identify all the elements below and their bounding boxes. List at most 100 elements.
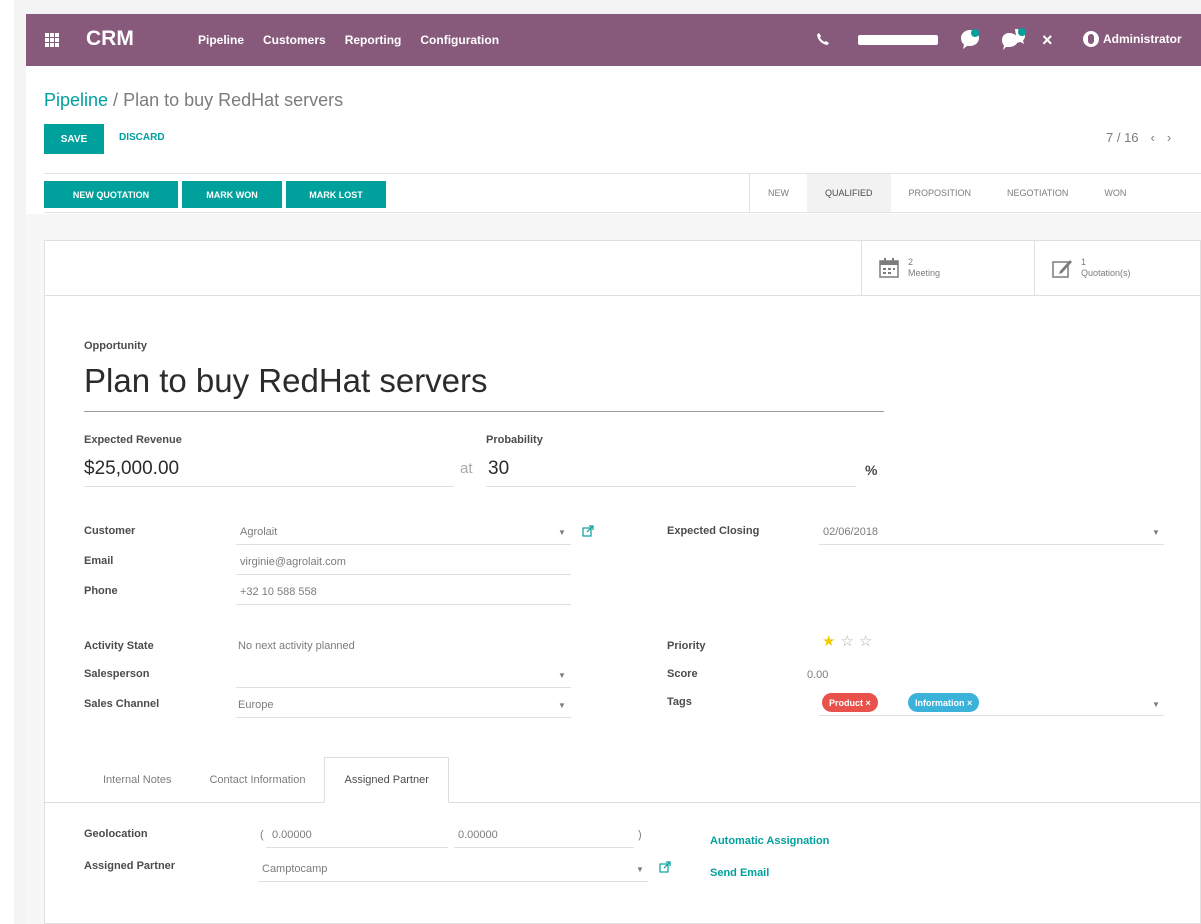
tags-dropdown-icon[interactable]: ▼ [1152,700,1160,709]
breadcrumb: Pipeline / Plan to buy RedHat servers [44,90,343,111]
customer-underline [236,544,571,545]
salesperson-label: Salesperson [84,668,150,680]
score-label: Score [667,668,698,680]
pager: 7 / 16 ‹ › [1106,130,1171,145]
assigned-partner-dropdown-icon[interactable]: ▼ [636,865,644,874]
opportunity-name-field[interactable]: Plan to buy RedHat servers [84,362,488,400]
probability-field[interactable]: 30 [488,458,509,480]
top-navbar: CRM Pipeline Customers Reporting Configu… [26,14,1201,66]
send-email-button[interactable]: Send Email [710,867,769,879]
activity-state-value: No next activity planned [238,640,355,652]
priority-widget: ★ ☆ ☆ [822,634,872,649]
email-label: Email [84,555,114,567]
star-empty-icon[interactable]: ☆ [840,634,853,649]
longitude-underline [454,847,634,848]
stage-won[interactable]: WON [1086,174,1144,212]
mark-won-button[interactable]: MARK WON [182,181,282,208]
avatar [1083,31,1099,47]
external-link-icon[interactable] [659,861,671,873]
assigned-partner-field[interactable]: Camptocamp [262,863,327,875]
email-underline [236,574,571,575]
phone-icon[interactable] [816,32,830,46]
menu-configuration[interactable]: Configuration [420,33,499,47]
sales-channel-field[interactable]: Europe [238,699,273,711]
notebook-tabs: Internal Notes Contact Information Assig… [84,757,449,803]
stage-proposition[interactable]: PROPOSITION [891,174,990,212]
tab-contact-information[interactable]: Contact Information [190,757,324,803]
app-window: CRM Pipeline Customers Reporting Configu… [26,14,1201,924]
customer-field[interactable]: Agrolait [240,526,277,538]
expected-revenue-label: Expected Revenue [84,434,182,446]
star-icon[interactable]: ★ [822,634,835,649]
chat-bubbles-icon[interactable] [1001,27,1027,51]
geolocation-close-paren: ) [638,829,642,841]
meeting-smart-button[interactable]: 2 Meeting [861,241,1034,295]
pager-next-icon[interactable]: › [1167,130,1171,145]
probability-label: Probability [486,434,543,446]
expected-revenue-field[interactable]: $25,000.00 [84,458,179,480]
sales-channel-dropdown-icon[interactable]: ▼ [558,701,566,710]
chat-bubble-icon[interactable] [959,28,981,50]
percent-sign: % [865,462,878,478]
app-title[interactable]: CRM [86,27,134,51]
tab-internal-notes[interactable]: Internal Notes [84,757,190,803]
quotation-label: Quotation(s) [1081,268,1131,278]
menu-pipeline[interactable]: Pipeline [198,33,244,47]
at-text: at [460,460,473,477]
opportunity-label: Opportunity [84,340,147,352]
customer-dropdown-icon[interactable]: ▼ [558,528,566,537]
assigned-partner-label: Assigned Partner [84,860,176,872]
save-button[interactable]: SAVE [44,124,104,154]
quotation-count: 1 [1081,257,1087,267]
tag-information[interactable]: Information × [908,693,980,712]
salesperson-dropdown-icon[interactable]: ▼ [558,671,566,680]
menu-customers[interactable]: Customers [263,33,326,47]
user-name: Administrator [1103,32,1182,46]
close-icon[interactable]: × [1042,30,1053,51]
left-strip [0,0,14,924]
latitude-field[interactable]: 0.00000 [272,829,312,841]
expected-closing-dropdown-icon[interactable]: ▼ [1152,528,1160,537]
assigned-partner-underline [258,881,648,882]
form-sheet: 2 Meeting 1 Quotation(s) [44,240,1201,924]
phone-number-field[interactable] [858,35,938,45]
stage-qualified[interactable]: QUALIFIED [807,174,891,212]
opportunity-name-underline [84,411,884,412]
tag-product[interactable]: Product × [822,693,878,712]
stage-negotiation[interactable]: NEGOTIATION [989,174,1086,212]
discard-button[interactable]: DISCARD [119,132,165,143]
pager-prev-icon[interactable]: ‹ [1151,130,1155,145]
customer-label: Customer [84,525,136,537]
new-quotation-button[interactable]: NEW QUOTATION [44,181,178,208]
quotation-smart-button[interactable]: 1 Quotation(s) [1034,241,1201,295]
breadcrumb-current: Plan to buy RedHat servers [123,90,344,110]
tags-underline [819,715,1164,716]
edit-icon [1052,260,1072,278]
phone-underline [236,604,571,605]
menu-reporting[interactable]: Reporting [345,33,402,47]
expected-closing-field[interactable]: 02/06/2018 [823,526,878,538]
probability-underline [486,486,856,487]
tab-assigned-partner[interactable]: Assigned Partner [324,757,449,803]
apps-grid-icon[interactable] [45,33,59,47]
pager-value[interactable]: 7 / 16 [1106,130,1139,145]
stage-new[interactable]: NEW [750,174,807,212]
meeting-count: 2 [908,257,914,267]
longitude-field[interactable]: 0.00000 [458,829,498,841]
breadcrumb-pipeline-link[interactable]: Pipeline [44,90,108,110]
expected-revenue-underline [84,486,454,487]
header-buttons: NEW QUOTATION MARK WON MARK LOST [44,181,386,208]
external-link-icon[interactable] [582,525,594,537]
meeting-label: Meeting [908,268,941,278]
activity-state-label: Activity State [84,640,154,652]
star-empty-icon[interactable]: ☆ [859,634,872,649]
sales-channel-underline [236,717,571,718]
mark-lost-button[interactable]: MARK LOST [286,181,386,208]
tags-label: Tags [667,696,692,708]
email-field[interactable]: virginie@agrolait.com [240,556,346,568]
geolocation-label: Geolocation [84,828,148,840]
automatic-assignation-button[interactable]: Automatic Assignation [710,835,829,847]
expected-closing-underline [819,544,1164,545]
phone-field[interactable]: +32 10 588 558 [240,586,317,598]
user-menu[interactable]: Administrator [1083,31,1182,47]
